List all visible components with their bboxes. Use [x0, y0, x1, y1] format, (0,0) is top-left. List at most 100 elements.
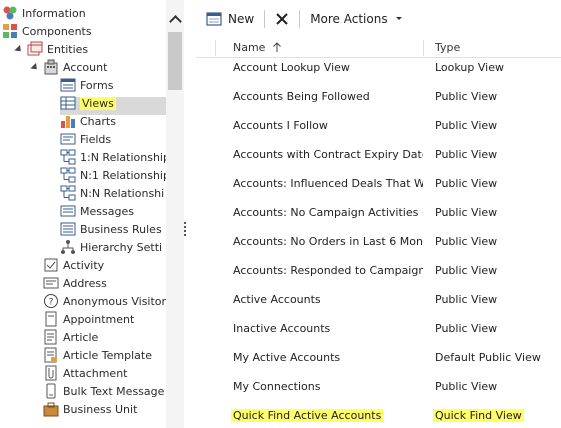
tree-item-address[interactable]: Address: [30, 274, 107, 292]
relationship-icon: [60, 167, 76, 183]
tree-item-article[interactable]: Article: [30, 328, 98, 346]
view-name-cell[interactable]: My Connections: [233, 380, 320, 393]
tree-item-1-n-relationships[interactable]: 1:N Relationships: [60, 148, 176, 166]
column-header-name-label: Name: [233, 41, 266, 54]
table-row[interactable]: Quick Find Active Accounts Quick Find Vie…: [196, 403, 561, 428]
tree-item-business-unit[interactable]: Business Unit: [30, 400, 137, 418]
sort-ascending-icon: [273, 42, 281, 52]
view-type-cell: Public View: [435, 380, 498, 393]
tree-item-anonymous-visitor[interactable]: ? Anonymous Visitor: [30, 292, 166, 310]
view-name-cell[interactable]: My Active Accounts: [233, 351, 340, 364]
tree-scrollbar[interactable]: [166, 0, 184, 428]
more-actions-button[interactable]: More Actions: [310, 8, 403, 30]
view-name-cell[interactable]: Accounts with Contract Expiry Date: [233, 148, 423, 161]
table-row[interactable]: Accounts with Contract Expiry Date Public…: [196, 142, 561, 171]
column-header-type[interactable]: Type: [435, 41, 460, 54]
table-row[interactable]: Accounts Being Followed Public View: [196, 84, 561, 113]
tree-item-components[interactable]: Components: [2, 22, 92, 40]
tree-item-information[interactable]: Information: [2, 4, 86, 22]
tree-item-hierarchy-setti[interactable]: Hierarchy Setti: [60, 238, 162, 256]
pane-splitter[interactable]: [184, 222, 187, 240]
column-header-name[interactable]: Name: [233, 41, 282, 54]
new-button[interactable]: New: [206, 8, 254, 30]
column-header-type-label: Type: [435, 41, 461, 54]
article-template-icon: [43, 347, 59, 363]
view-name-cell[interactable]: Accounts I Follow: [233, 119, 328, 132]
tree-item-label: 1:N Relationships: [80, 150, 176, 164]
table-row[interactable]: Inactive Accounts Public View: [196, 316, 561, 345]
tree-item-business-rules[interactable]: Business Rules: [60, 220, 162, 238]
view-name-cell[interactable]: Accounts Being Followed: [233, 90, 370, 103]
delete-x-icon: [276, 13, 288, 25]
view-name-cell[interactable]: Accounts: No Orders in Last 6 Months: [233, 235, 423, 248]
view-name-cell[interactable]: Accounts: Influenced Deals That We...: [233, 177, 423, 190]
toolbar: New More Actions: [196, 0, 561, 38]
tree-item-charts[interactable]: Charts: [60, 112, 116, 130]
collapsed-arrow-icon[interactable]: [30, 314, 40, 324]
collapsed-arrow-icon[interactable]: [30, 332, 40, 342]
view-type-cell: Public View: [435, 148, 498, 161]
view-name-cell[interactable]: Accounts: No Campaign Activities in...: [233, 206, 423, 219]
tree-item-messages[interactable]: Messages: [60, 202, 134, 220]
relationship-icon: [60, 149, 76, 165]
view-type-cell: Public View: [435, 119, 498, 132]
tree-item-label: Article: [63, 330, 99, 344]
tree-item-label: Hierarchy Setti: [80, 240, 163, 254]
table-row[interactable]: Active Accounts Public View: [196, 287, 561, 316]
tree-item-forms[interactable]: Forms: [60, 76, 113, 94]
tree-item-n-1-relationships[interactable]: N:1 Relationships: [60, 166, 176, 184]
charts-icon: [60, 113, 76, 129]
business-rules-icon: [60, 221, 76, 237]
collapsed-arrow-icon[interactable]: [30, 350, 40, 360]
view-type-cell: Public View: [435, 322, 498, 335]
table-row[interactable]: Accounts: No Campaign Activities in... Pu…: [196, 200, 561, 229]
tree-item-account[interactable]: Account: [30, 58, 107, 76]
view-name-cell[interactable]: Account Lookup View: [233, 61, 350, 74]
scroll-up-icon[interactable]: [170, 14, 180, 24]
view-name-cell[interactable]: Quick Find Active Accounts: [231, 409, 384, 422]
table-row[interactable]: Accounts: Influenced Deals That We... Pub…: [196, 171, 561, 200]
tree-item-views[interactable]: Views: [60, 94, 116, 112]
tree-item-fields[interactable]: Fields: [60, 130, 111, 148]
tree-item-article-template[interactable]: Article Template: [30, 346, 152, 364]
tree-item-activity[interactable]: Activity: [30, 256, 104, 274]
tree-item-label: Activity: [63, 258, 105, 272]
chevron-down-icon: [395, 17, 402, 20]
hierarchy-icon: [60, 239, 76, 255]
delete-button[interactable]: [275, 8, 289, 30]
tree-item-attachment[interactable]: Attachment: [30, 364, 128, 382]
collapsed-arrow-icon[interactable]: [30, 368, 40, 378]
collapsed-arrow-icon[interactable]: [30, 404, 40, 414]
view-type-cell: Lookup View: [435, 61, 504, 74]
view-type-cell: Public View: [435, 206, 498, 219]
expanded-arrow-icon[interactable]: [14, 44, 24, 54]
table-row[interactable]: Accounts: Responded to Campaigns i... Pub…: [196, 258, 561, 287]
view-type-cell: Quick Find View: [433, 409, 524, 422]
business-unit-icon: [43, 401, 59, 417]
view-name-cell[interactable]: Active Accounts: [233, 293, 321, 306]
select-all-column[interactable]: [202, 40, 216, 56]
collapsed-arrow-icon[interactable]: [30, 260, 40, 270]
tree-item-entities[interactable]: Entities: [14, 40, 88, 58]
view-name-cell[interactable]: Accounts: Responded to Campaigns i...: [233, 264, 423, 277]
views-panel: New More Actions Name Type Account Looku…: [196, 0, 561, 428]
table-row[interactable]: Accounts I Follow Public View: [196, 113, 561, 142]
table-row[interactable]: Accounts: No Orders in Last 6 Months Publ…: [196, 229, 561, 258]
toolbar-separator: [299, 10, 301, 28]
table-row[interactable]: Account Lookup View Lookup View: [196, 55, 561, 84]
relationship-icon: [60, 185, 76, 201]
tree-item-appointment[interactable]: Appointment: [30, 310, 134, 328]
tree-item-bulk-text-message[interactable]: Bulk Text Message: [30, 382, 164, 400]
collapsed-arrow-icon[interactable]: [30, 296, 40, 306]
collapsed-arrow-icon[interactable]: [30, 386, 40, 396]
view-name-cell[interactable]: Inactive Accounts: [233, 322, 330, 335]
table-row[interactable]: My Connections Public View: [196, 374, 561, 403]
collapsed-arrow-icon[interactable]: [30, 278, 40, 288]
account-icon: [43, 59, 59, 75]
expanded-arrow-icon[interactable]: [30, 62, 40, 72]
table-row[interactable]: My Active Accounts Default Public View: [196, 345, 561, 374]
tree-item-label: Components: [22, 24, 92, 38]
forms-icon: [60, 77, 76, 93]
tree-item-n-n-relationshi[interactable]: N:N Relationshi: [60, 184, 164, 202]
scrollbar-thumb[interactable]: [168, 32, 182, 90]
